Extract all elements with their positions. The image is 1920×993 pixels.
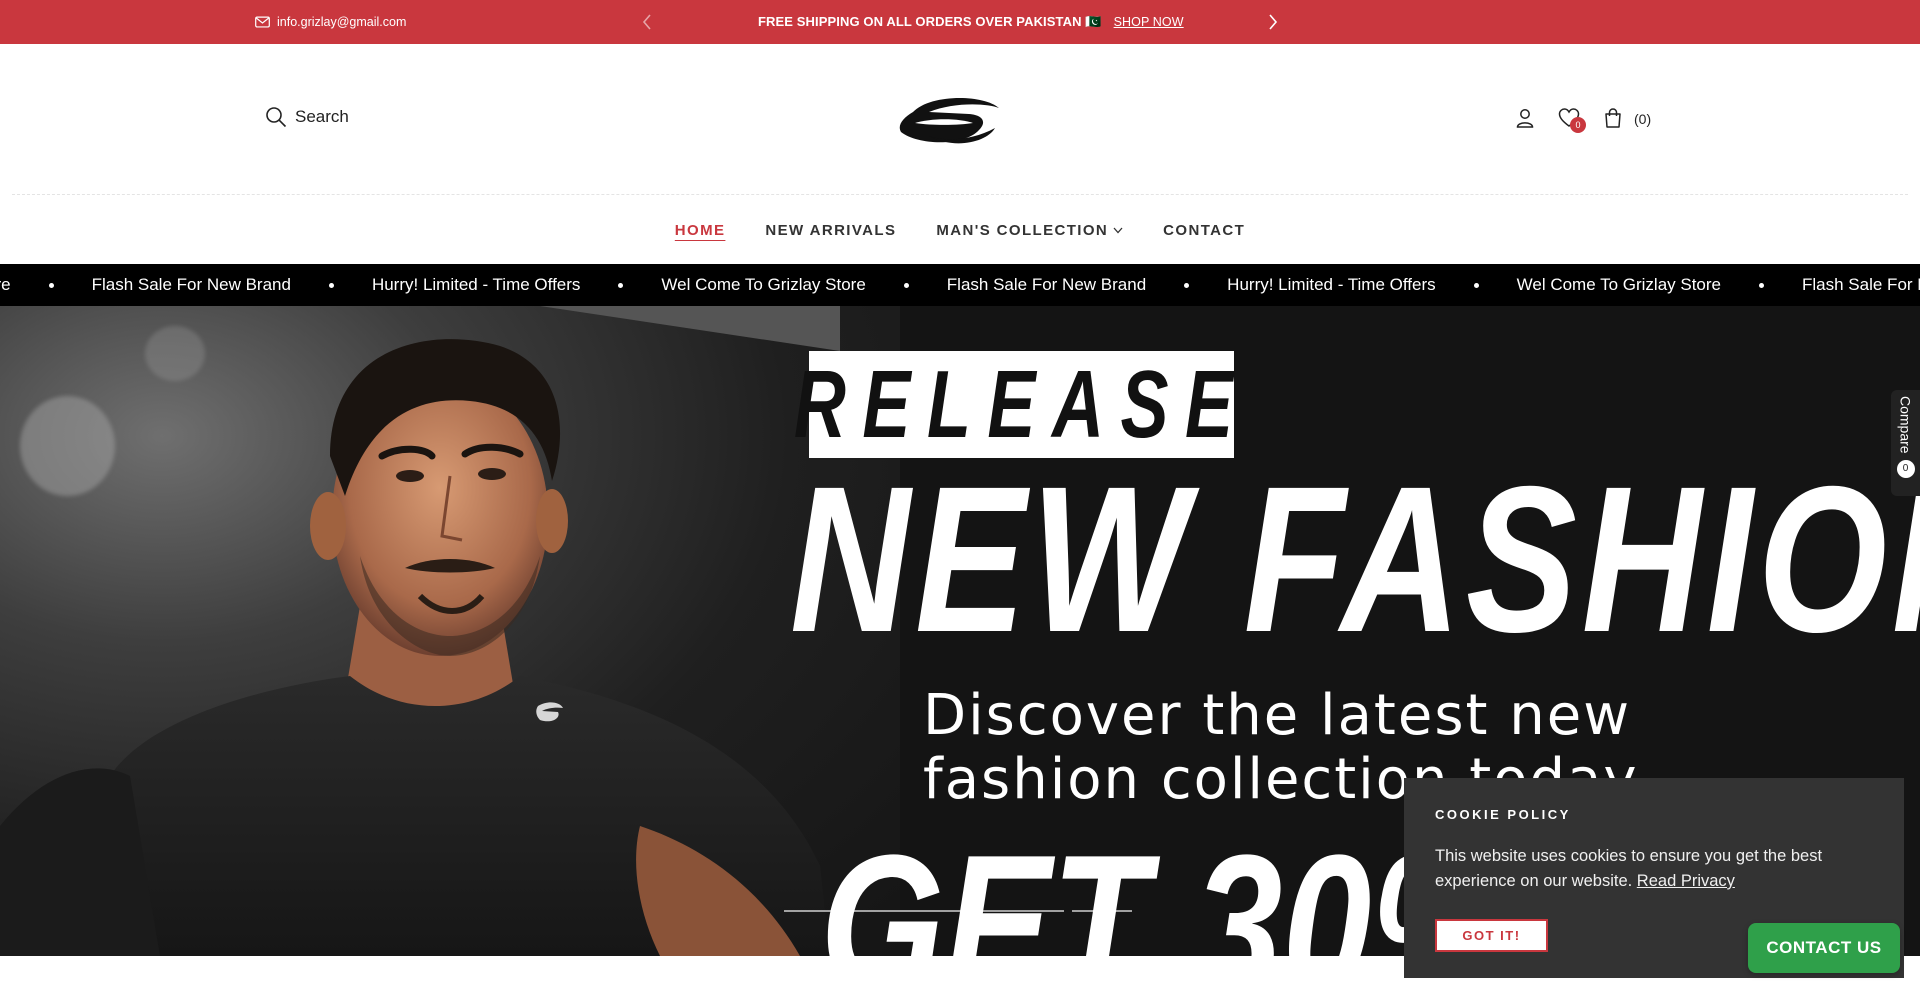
announcement-prev-button[interactable]: [637, 12, 657, 32]
email-text: info.grizlay@gmail.com: [277, 15, 407, 29]
cookie-title: COOKIE POLICY: [1435, 807, 1571, 822]
marquee-item: ore: [0, 275, 92, 295]
header-icons: 0 (0): [1514, 106, 1652, 133]
cart-count: (0): [1634, 111, 1652, 127]
header-divider: [12, 194, 1908, 195]
marquee-item: Hurry! Limited - Time Offers: [372, 275, 661, 295]
chevron-left-icon: [642, 14, 651, 30]
nav-item-mans-collection[interactable]: MAN'S COLLECTION: [936, 222, 1123, 239]
read-privacy-link[interactable]: Read Privacy: [1637, 872, 1735, 890]
account-button[interactable]: [1514, 107, 1538, 131]
announcement-message: FREE SHIPPING ON ALL ORDERS OVER PAKISTA…: [758, 0, 1184, 44]
compare-label: Compare: [1897, 396, 1914, 454]
cookie-message-text: This website uses cookies to ensure you …: [1435, 847, 1823, 890]
hero-release-label: RELEASE: [794, 351, 1234, 458]
wishlist-count-badge: 0: [1570, 117, 1586, 133]
marquee-item: Flash Sale For New Brand: [947, 275, 1227, 295]
wishlist-button[interactable]: 0: [1558, 107, 1586, 133]
marquee-item: Flash Sale For New Brand: [1802, 275, 1920, 294]
search-icon: [266, 107, 287, 128]
promo-text: FREE SHIPPING ON ALL ORDERS OVER PAKISTA…: [758, 14, 1102, 29]
hero-headline: NEW FASHION: [790, 444, 1920, 676]
site-header: Search 0 (0): [0, 44, 1920, 196]
chevron-right-icon: [1269, 14, 1278, 30]
main-nav: HOME NEW ARRIVALS MAN'S COLLECTION CONTA…: [0, 196, 1920, 264]
marquee-item: Flash Sale For New Brand: [92, 275, 372, 295]
search-label: Search: [295, 107, 349, 126]
shop-now-link[interactable]: SHOP NOW: [1114, 15, 1184, 29]
marquee-item: Wel Come To Grizlay Store: [661, 275, 946, 295]
hero-model-image: [0, 339, 830, 956]
compare-count: 0: [1896, 459, 1915, 478]
marquee-track: ore Flash Sale For New Brand Hurry! Limi…: [0, 264, 1920, 306]
release-text: RELEASE: [793, 350, 1250, 458]
chevron-down-icon: [1113, 227, 1123, 233]
cookie-message: This website uses cookies to ensure you …: [1435, 844, 1873, 894]
announcement-bar: info.grizlay@gmail.com FREE SHIPPING ON …: [0, 0, 1920, 44]
search-button[interactable]: Search: [265, 106, 349, 128]
slide-indicator[interactable]: [1072, 910, 1132, 912]
marquee-item: Hurry! Limited - Time Offers: [1227, 275, 1516, 295]
shopping-bag-icon: [1605, 108, 1621, 128]
email-link[interactable]: info.grizlay@gmail.com: [255, 0, 406, 44]
scrolling-marquee: ore Flash Sale For New Brand Hurry! Limi…: [0, 264, 1920, 306]
nav-item-label: MAN'S COLLECTION: [936, 221, 1109, 239]
nav-item-contact[interactable]: CONTACT: [1163, 222, 1245, 239]
slide-indicator[interactable]: [784, 910, 1064, 912]
brand-logo[interactable]: [895, 92, 1005, 152]
contact-us-button[interactable]: CONTACT US: [1748, 923, 1900, 973]
marquee-item: Wel Come To Grizlay Store: [1517, 275, 1802, 295]
nav-item-new-arrivals[interactable]: NEW ARRIVALS: [765, 222, 896, 239]
compare-tab[interactable]: Compare 0: [1891, 390, 1920, 496]
mail-icon: [255, 16, 270, 28]
nav-item-home[interactable]: HOME: [675, 222, 726, 239]
cart-button[interactable]: [1602, 107, 1626, 131]
announcement-next-button[interactable]: [1263, 12, 1283, 32]
user-icon: [1516, 109, 1534, 128]
cookie-accept-button[interactable]: GOT IT!: [1435, 919, 1548, 952]
